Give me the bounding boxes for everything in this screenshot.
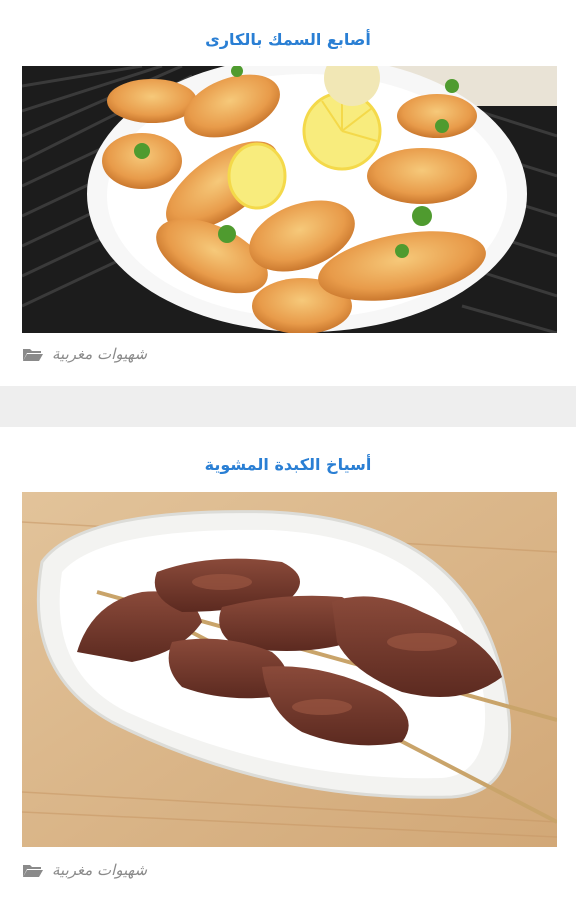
category-label: شهيوات مغربية	[52, 861, 148, 879]
folder-icon	[23, 348, 43, 361]
post-title-link[interactable]: أسياخ الكبدة المشوية	[0, 455, 576, 474]
post-category[interactable]: شهيوات مغربية	[22, 345, 147, 363]
post-thumbnail[interactable]	[22, 66, 557, 333]
post-card: أسياخ الكبدة المشوية شهيوات مغربية	[0, 427, 576, 900]
skewers-dish-image	[22, 492, 557, 847]
post-card: أصابع السمك بالكارى شهيوات مغربية	[0, 0, 576, 386]
post-thumbnail[interactable]	[22, 492, 557, 847]
post-category[interactable]: شهيوات مغربية	[22, 861, 147, 879]
folder-icon	[23, 864, 43, 877]
post-title-link[interactable]: أصابع السمك بالكارى	[0, 30, 576, 49]
category-label: شهيوات مغربية	[52, 345, 148, 363]
fish-dish-image	[22, 66, 557, 333]
